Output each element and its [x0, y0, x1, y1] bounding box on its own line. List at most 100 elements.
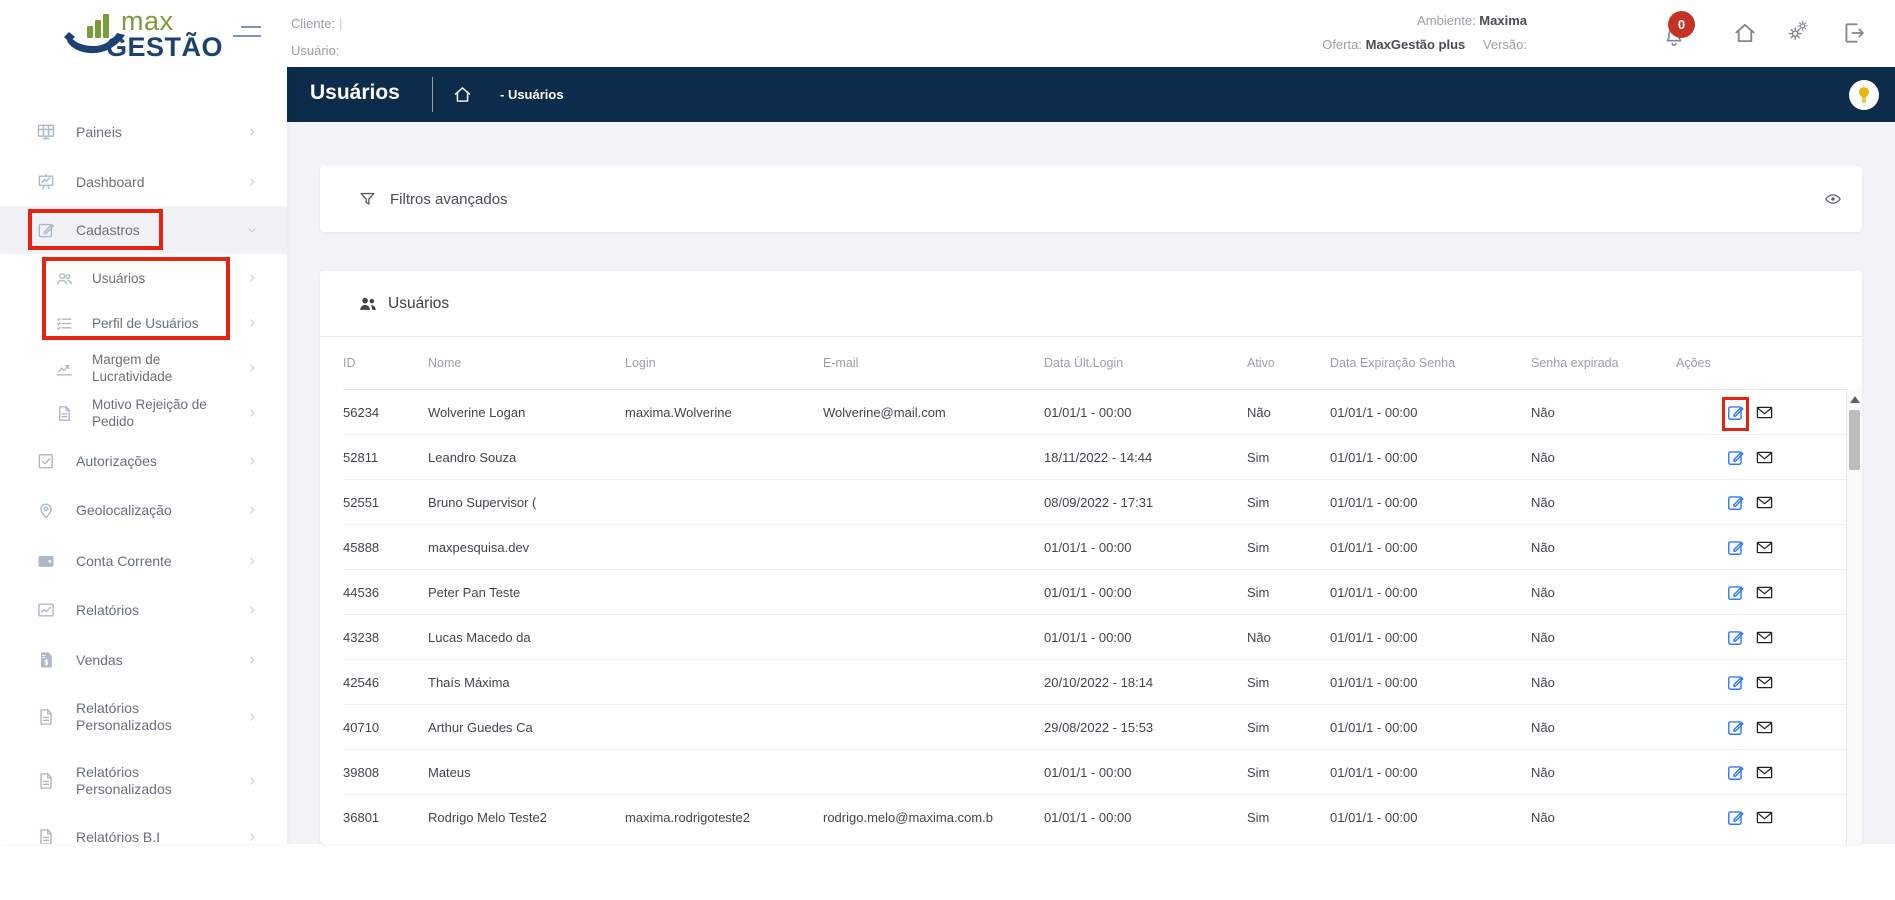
- users-card-title: Usuários: [388, 295, 449, 313]
- envelope-icon[interactable]: [1755, 763, 1774, 782]
- edit-icon[interactable]: [1726, 808, 1745, 827]
- sidebar-item-relat-rios-personalizados[interactable]: Relatórios Personalizados: [0, 753, 287, 809]
- table-row: 36801Rodrigo Melo Teste2maxima.rodrigote…: [343, 794, 1846, 839]
- report-chart-icon: [36, 600, 56, 620]
- list-check-icon: [55, 314, 74, 333]
- sidebar-item-label: Usuários: [92, 270, 242, 287]
- content-area: Filtros avançados Usuários IDNomeLoginE-…: [287, 122, 1895, 844]
- edit-icon[interactable]: [1726, 628, 1745, 647]
- envelope-icon[interactable]: [1755, 403, 1774, 422]
- cell-id: 52811: [343, 450, 428, 465]
- lightbulb-icon[interactable]: [1849, 80, 1879, 110]
- home-icon[interactable]: [1732, 20, 1758, 46]
- table-row: 56234Wolverine Loganmaxima.WolverineWolv…: [343, 389, 1846, 434]
- edit-icon[interactable]: [1726, 673, 1745, 692]
- cell-ativo: Sim: [1247, 675, 1330, 690]
- envelope-icon[interactable]: [1755, 718, 1774, 737]
- envelope-icon[interactable]: [1755, 628, 1774, 647]
- sidebar-item-paineis[interactable]: Paineis: [0, 108, 287, 156]
- table-scrollbar[interactable]: [1846, 389, 1862, 844]
- chevron-right-icon: [245, 361, 259, 375]
- sidebar-item-cadastros[interactable]: Cadastros: [0, 206, 287, 254]
- cell-ativo: Sim: [1247, 585, 1330, 600]
- sidebar-item-autoriza-es[interactable]: Autorizações: [0, 437, 287, 485]
- scrollbar-thumb[interactable]: [1849, 410, 1860, 470]
- edit-icon[interactable]: [1726, 718, 1745, 737]
- title-separator: [432, 77, 433, 112]
- sidebar-item-geolocaliza-o[interactable]: Geolocalização: [0, 486, 287, 534]
- cell-data_ult_login: 20/10/2022 - 18:14: [1044, 675, 1247, 690]
- envelope-icon[interactable]: [1755, 583, 1774, 602]
- cell-nome: Thaís Máxima: [428, 675, 625, 690]
- cell-data_ult_login: 01/01/1 - 00:00: [1044, 810, 1247, 825]
- row-actions: [1676, 718, 1846, 737]
- sidebar-item-label: Cadastros: [76, 222, 226, 239]
- cell-ativo: Não: [1247, 630, 1330, 645]
- notifications-badge[interactable]: 0: [1668, 11, 1695, 38]
- cell-data_expiracao_senha: 01/01/1 - 00:00: [1330, 675, 1531, 690]
- environment-info: Ambiente: Maxima Oferta: MaxGestão plus …: [1322, 9, 1527, 57]
- users-icon: [55, 269, 74, 288]
- cell-id: 40710: [343, 720, 428, 735]
- sidebar-item-usu-rios[interactable]: Usuários: [0, 254, 287, 302]
- column-header-nome: Nome: [428, 356, 625, 370]
- envelope-icon[interactable]: [1755, 808, 1774, 827]
- cell-ativo: Não: [1247, 405, 1330, 420]
- sidebar-item-label: Relatórios B.I: [76, 829, 226, 845]
- cell-ativo: Sim: [1247, 450, 1330, 465]
- row-actions: [1676, 538, 1846, 557]
- edit-icon[interactable]: [1726, 403, 1745, 422]
- breadcrumb-home-icon[interactable]: [452, 84, 473, 105]
- logo-text-gestao: GESTÃO: [106, 32, 223, 63]
- cell-id: 42546: [343, 675, 428, 690]
- sidebar-item-label: Dashboard: [76, 174, 226, 191]
- users-card: Usuários IDNomeLoginE-mailData Últ.Login…: [320, 271, 1862, 844]
- edit-icon[interactable]: [1726, 493, 1745, 512]
- chevron-right-icon: [245, 603, 259, 617]
- sidebar-item-relat-rios-b-i[interactable]: Relatórios B.I: [0, 813, 287, 844]
- sidebar-item-motivo-rejei-o-de-pedido[interactable]: Motivo Rejeição de Pedido: [0, 385, 287, 441]
- cell-email: Wolverine@mail.com: [823, 405, 1044, 420]
- dashboard-easel-icon: [36, 172, 56, 192]
- eye-icon[interactable]: [1823, 190, 1843, 208]
- chevron-right-icon: [245, 406, 259, 420]
- cell-data_ult_login: 01/01/1 - 00:00: [1044, 405, 1247, 420]
- sidebar-item-conta-corrente[interactable]: Conta Corrente: [0, 537, 287, 585]
- advanced-filters-card: Filtros avançados: [320, 166, 1862, 232]
- table-row: 45888maxpesquisa.dev01/01/1 - 00:00Sim01…: [343, 524, 1846, 569]
- page-title: Usuários: [310, 81, 400, 105]
- advanced-filters-header[interactable]: Filtros avançados: [320, 166, 1862, 232]
- ambiente-label: Ambiente:: [1417, 13, 1476, 28]
- logout-icon[interactable]: [1841, 20, 1867, 46]
- document-icon: [55, 404, 74, 423]
- cell-data_expiracao_senha: 01/01/1 - 00:00: [1330, 450, 1531, 465]
- settings-gears-icon[interactable]: [1787, 20, 1813, 46]
- sidebar-item-relat-rios-personalizados[interactable]: Relatórios Personalizados: [0, 689, 287, 745]
- sidebar-toggle-button[interactable]: [233, 23, 263, 43]
- chevron-right-icon: [245, 175, 259, 189]
- cell-nome: Arthur Guedes Ca: [428, 720, 625, 735]
- edit-icon[interactable]: [1726, 583, 1745, 602]
- sidebar-item-vendas[interactable]: Vendas: [0, 636, 287, 684]
- versao-label: Versão:: [1483, 37, 1527, 52]
- cell-data_ult_login: 01/01/1 - 00:00: [1044, 585, 1247, 600]
- edit-icon[interactable]: [1726, 448, 1745, 467]
- envelope-icon[interactable]: [1755, 538, 1774, 557]
- sidebar-item-relat-rios[interactable]: Relatórios: [0, 586, 287, 634]
- chevron-down-icon: [245, 223, 259, 237]
- envelope-icon[interactable]: [1755, 448, 1774, 467]
- edit-icon[interactable]: [1726, 538, 1745, 557]
- row-actions: [1676, 403, 1846, 422]
- cell-data_expiracao_senha: 01/01/1 - 00:00: [1330, 630, 1531, 645]
- document-icon: [36, 707, 56, 727]
- row-actions: [1676, 763, 1846, 782]
- table-row: 43238Lucas Macedo da01/01/1 - 00:00Não01…: [343, 614, 1846, 659]
- sidebar-item-label: Relatórios: [76, 602, 226, 619]
- scrollbar-up-arrow-icon[interactable]: [1850, 396, 1860, 403]
- edit-icon[interactable]: [1726, 763, 1745, 782]
- sidebar-item-dashboard[interactable]: Dashboard: [0, 158, 287, 206]
- envelope-icon[interactable]: [1755, 673, 1774, 692]
- sidebar-item-label: Motivo Rejeição de Pedido: [92, 396, 242, 430]
- chevron-right-icon: [245, 774, 259, 788]
- envelope-icon[interactable]: [1755, 493, 1774, 512]
